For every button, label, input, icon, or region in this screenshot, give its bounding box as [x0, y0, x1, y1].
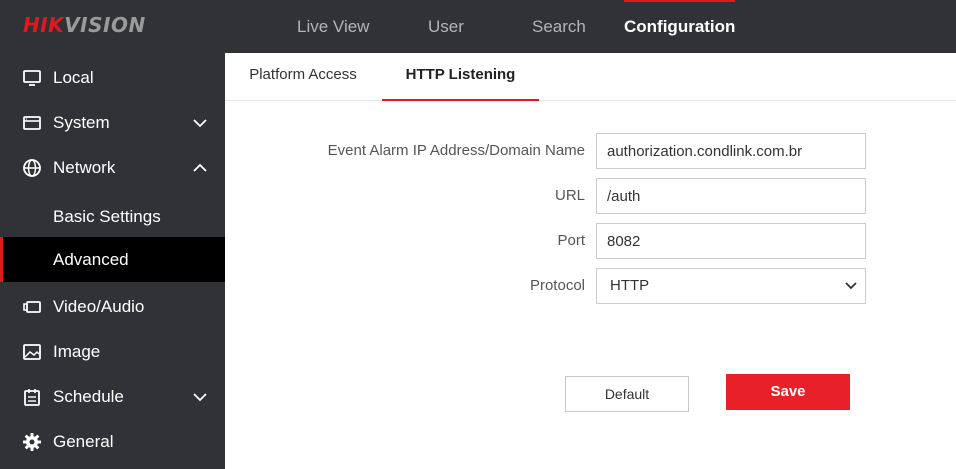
- event-alarm-label: Event Alarm IP Address/Domain Name: [327, 142, 585, 159]
- nav-user[interactable]: User: [428, 0, 464, 53]
- logo-part-hik: HIK: [23, 13, 65, 37]
- image-icon: [23, 344, 41, 360]
- tab-platform-access[interactable]: Platform Access: [237, 53, 369, 101]
- nav-configuration[interactable]: Configuration: [624, 0, 736, 53]
- sidebar-subitem-advanced[interactable]: Advanced: [0, 237, 225, 282]
- default-button[interactable]: Default: [565, 376, 689, 412]
- top-bar: HIKVISION Live View User Search Configur…: [0, 0, 956, 53]
- sidebar-item-label: Image: [53, 342, 101, 361]
- video-icon: [23, 301, 41, 313]
- calendar-icon: [24, 389, 40, 406]
- port-input[interactable]: [596, 223, 866, 259]
- main-content: Platform Access HTTP Listening Event Ala…: [225, 53, 956, 469]
- nav-search[interactable]: Search: [532, 0, 586, 53]
- sidebar-item-system[interactable]: System: [0, 100, 225, 145]
- sidebar-item-video-audio[interactable]: Video/Audio: [0, 284, 225, 329]
- hikvision-logo: HIKVISION: [23, 12, 146, 38]
- sidebar-item-label: Schedule: [53, 387, 124, 406]
- protocol-selected-value: HTTP: [610, 277, 650, 294]
- sidebar-item-label: System: [53, 113, 110, 132]
- globe-icon: [23, 159, 41, 177]
- sidebar-item-schedule[interactable]: Schedule: [0, 374, 225, 419]
- sidebar-subitem-basic-settings[interactable]: Basic Settings: [0, 194, 225, 239]
- sidebar-item-label: Video/Audio: [53, 297, 145, 316]
- sidebar-item-label: Advanced: [53, 250, 129, 269]
- port-label: Port: [557, 232, 585, 249]
- protocol-label: Protocol: [529, 277, 585, 294]
- sidebar-item-label: Basic Settings: [53, 207, 161, 226]
- system-icon: [23, 116, 41, 130]
- save-button[interactable]: Save: [726, 374, 850, 410]
- sidebar-item-label: General: [53, 432, 114, 451]
- sidebar-item-label: Network: [53, 158, 116, 177]
- sidebar-item-network[interactable]: Network: [0, 145, 225, 190]
- protocol-select[interactable]: HTTP: [596, 268, 866, 304]
- chevron-down-icon: [193, 119, 207, 128]
- sidebar-item-label: Local: [53, 68, 94, 87]
- url-label: URL: [554, 187, 585, 204]
- url-input[interactable]: [596, 178, 866, 214]
- nav-live-view[interactable]: Live View: [297, 0, 369, 53]
- event-alarm-address-input[interactable]: [596, 133, 866, 169]
- sidebar: Local System Network Basic Settings Adva…: [0, 53, 225, 469]
- gear-icon: [23, 433, 41, 451]
- chevron-up-icon: [193, 163, 207, 172]
- logo-part-vision: VISION: [64, 13, 146, 37]
- sidebar-item-image[interactable]: Image: [0, 329, 225, 374]
- tab-http-listening[interactable]: HTTP Listening: [382, 53, 539, 101]
- sidebar-item-general[interactable]: General: [0, 419, 225, 464]
- sidebar-item-local[interactable]: Local: [0, 55, 225, 100]
- tab-bar: Platform Access HTTP Listening: [225, 53, 956, 101]
- monitor-icon: [23, 70, 41, 86]
- chevron-down-icon: [193, 393, 207, 402]
- chevron-down-icon: [845, 282, 857, 290]
